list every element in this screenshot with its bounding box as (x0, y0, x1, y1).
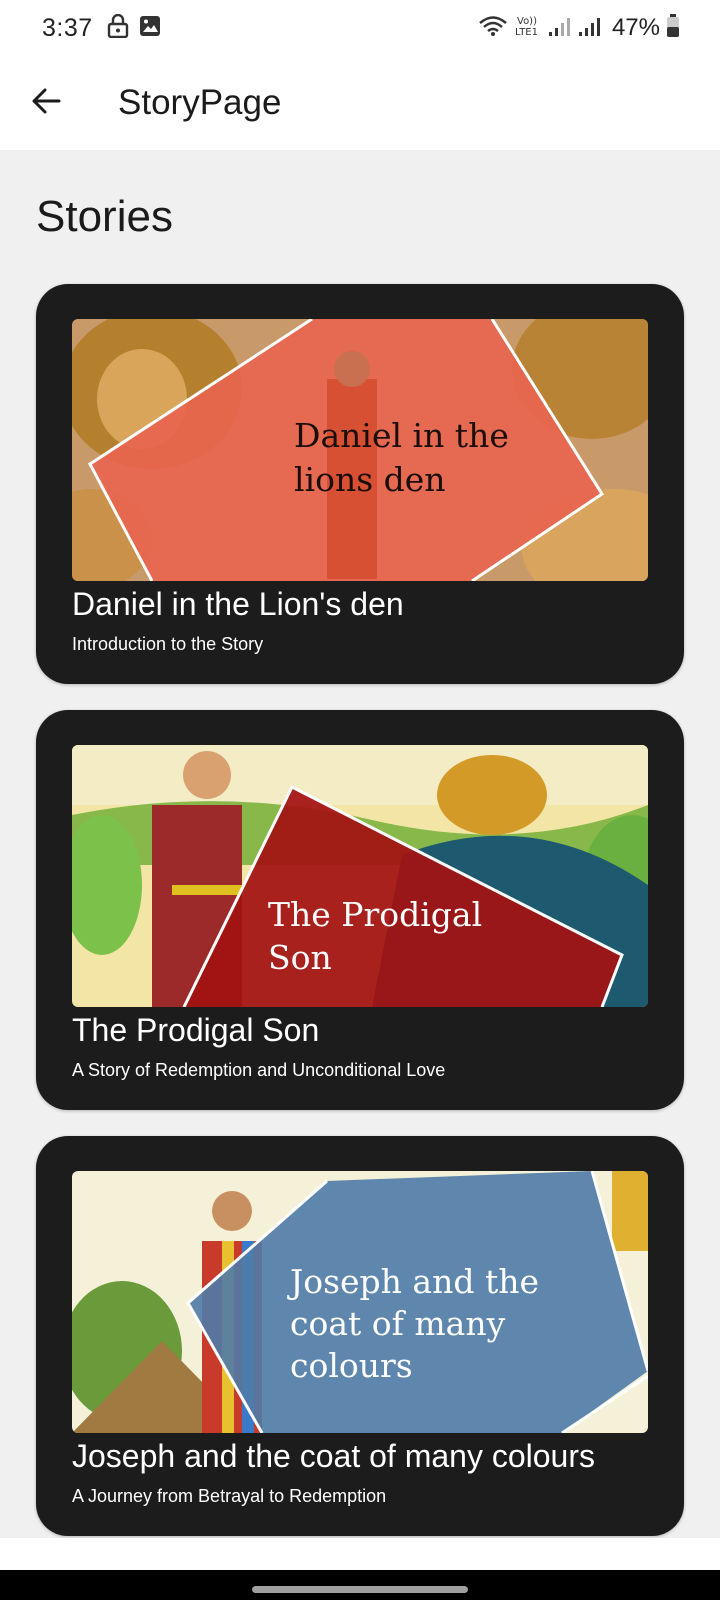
svg-text:Vo)): Vo)) (517, 16, 537, 27)
story-card-joseph[interactable]: Joseph and the coat of many colours Jose… (36, 1136, 684, 1536)
volte-icon: Vo)) LTE1 (514, 14, 542, 43)
app-bar: StoryPage (0, 56, 720, 150)
svg-text:LTE1: LTE1 (515, 27, 538, 38)
wifi-icon (478, 15, 508, 42)
gesture-bar (0, 1570, 720, 1600)
image-icon (139, 15, 161, 42)
story-image-joseph: Joseph and the coat of many colours (72, 1171, 648, 1433)
bottom-bar (0, 1538, 720, 1570)
image-caption-line1: Daniel in the (294, 416, 509, 455)
story-image-daniel: Daniel in the lions den (72, 319, 648, 581)
story-title: Joseph and the coat of many colours (72, 1438, 595, 1474)
image-caption-line2: coat of many (290, 1304, 506, 1343)
arrow-left-icon (30, 85, 62, 122)
home-gesture-handle[interactable] (252, 1586, 468, 1593)
story-title: Daniel in the Lion's den (72, 586, 404, 622)
back-button[interactable] (14, 71, 78, 135)
image-caption-line1: Joseph and the (287, 1262, 539, 1301)
story-subtitle: Introduction to the Story (72, 634, 264, 654)
story-card-prodigal-son[interactable]: The Prodigal Son The Prodigal Son A Stor… (36, 710, 684, 1110)
status-time: 3:37 (42, 13, 93, 42)
battery-icon (666, 13, 680, 43)
image-caption-line2: lions den (294, 460, 446, 499)
story-subtitle: A Story of Redemption and Unconditional … (72, 1060, 446, 1080)
image-caption-line1: The Prodigal (268, 895, 482, 934)
section-title: Stories (36, 192, 173, 241)
signal-icon (548, 15, 572, 42)
image-caption-line2: Son (268, 938, 332, 977)
story-list[interactable]: Stories Daniel in the lions den Daniel i… (0, 150, 720, 1538)
signal-icon-2 (578, 15, 602, 42)
story-card-daniel[interactable]: Daniel in the lions den Daniel in the Li… (36, 284, 684, 684)
image-caption-line3: colours (290, 1346, 413, 1385)
battery-percent: 47% (611, 14, 660, 41)
story-title: The Prodigal Son (72, 1012, 320, 1048)
page-title: StoryPage (118, 83, 282, 122)
lock-icon (107, 13, 129, 43)
story-subtitle: A Journey from Betrayal to Redemption (72, 1486, 387, 1506)
status-bar: 3:37 Vo)) LTE1 47% (0, 0, 720, 56)
story-image-prodigal-son: The Prodigal Son (72, 745, 648, 1007)
